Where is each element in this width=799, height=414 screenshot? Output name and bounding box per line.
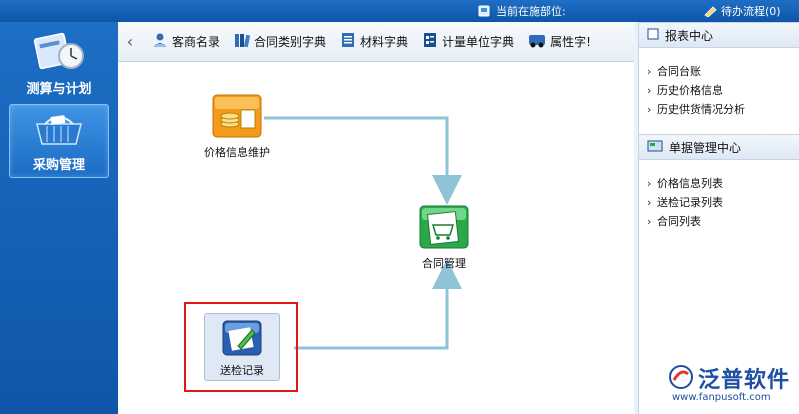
calculator-clock-icon bbox=[31, 32, 87, 76]
list-item-label: 合同列表 bbox=[657, 215, 701, 228]
scroll-left-icon[interactable]: ‹ bbox=[118, 32, 142, 51]
toolbar-item-label: 材料字典 bbox=[360, 35, 409, 49]
list-item-label: 历史供货情况分析 bbox=[657, 103, 745, 116]
chevron-right-icon: › bbox=[647, 215, 652, 228]
person-icon bbox=[152, 32, 168, 51]
list-item-label: 合同台账 bbox=[657, 65, 701, 78]
top-bar: 当前在施部位: 待办流程(0) bbox=[0, 0, 799, 22]
highlight-box: 送检记录 bbox=[184, 302, 298, 392]
todo-label: 待办流程(0) bbox=[721, 5, 781, 18]
toolbar-item-vendor-list[interactable]: 客商名录 bbox=[152, 32, 220, 51]
document-icon bbox=[647, 140, 663, 155]
sidebar: 测算与计划 采购管理 bbox=[0, 22, 118, 414]
toolbar-item-label: 合同类别字典 bbox=[254, 35, 327, 49]
sidebar-item-label: 采购管理 bbox=[32, 158, 85, 173]
toolbar-item-label: 客商名录 bbox=[172, 35, 221, 49]
brand-url: www.fanpusoft.com bbox=[672, 392, 771, 403]
edit-pencil-icon bbox=[222, 320, 262, 359]
brand-name: 泛普软件 bbox=[698, 368, 791, 393]
toolbar-item-contract-type-dict[interactable]: 合同类别字典 bbox=[234, 32, 326, 51]
list-item[interactable]: › 合同台账 bbox=[647, 62, 799, 81]
report-center-title: 报表中心 bbox=[665, 28, 714, 43]
sidebar-item-purchase[interactable]: 采购管理 bbox=[9, 104, 109, 178]
attribute-icon bbox=[528, 32, 546, 51]
todo-flow-link[interactable]: 待办流程(0) bbox=[704, 3, 781, 19]
document-center-list: › 价格信息列表 › 送检记录列表 › 合同列表 bbox=[639, 160, 799, 241]
toolbar-item-label: 属性字! bbox=[550, 35, 591, 49]
document-center-title: 单据管理中心 bbox=[669, 140, 742, 155]
location-label: 当前在施部位: bbox=[496, 5, 566, 18]
flow-node-contract-management[interactable]: 合同管理 bbox=[412, 205, 476, 271]
flow-canvas: 价格信息维护 合同管理 送检记录 bbox=[118, 62, 634, 414]
list-item-label: 送检记录列表 bbox=[657, 196, 723, 209]
price-coins-icon bbox=[212, 94, 262, 141]
report-center-header: 报表中心 bbox=[639, 22, 799, 48]
chevron-right-icon: › bbox=[647, 196, 652, 209]
shopping-basket-icon bbox=[31, 115, 87, 152]
toolbar-item-label: 计量单位字典 bbox=[442, 35, 515, 49]
fanpu-logo-icon bbox=[668, 364, 694, 393]
flow-node-label: 价格信息维护 bbox=[204, 146, 270, 159]
chevron-right-icon: › bbox=[647, 103, 652, 116]
toolbar-item-material-dict[interactable]: 材料字典 bbox=[340, 32, 408, 51]
pen-icon bbox=[704, 5, 717, 18]
report-center-list: › 合同台账 › 历史价格信息 › 历史供货情况分析 bbox=[639, 48, 799, 129]
chevron-right-icon: › bbox=[647, 65, 652, 78]
right-panel: 报表中心 › 合同台账 › 历史价格信息 › 历史供货情况分析 单据管理中心 › 价格信… bbox=[638, 22, 799, 414]
list-item[interactable]: › 历史价格信息 bbox=[647, 81, 799, 100]
cart-icon bbox=[419, 205, 469, 252]
list-item[interactable]: › 价格信息列表 bbox=[647, 174, 799, 193]
toolbar-item-unit-dict[interactable]: 计量单位字典 bbox=[422, 32, 514, 51]
toolbar: ‹ 客商名录 合同类别字典 材料字典 计量单位字典 属性字! bbox=[118, 22, 634, 62]
list-item[interactable]: › 合同列表 bbox=[647, 212, 799, 231]
document-center-header: 单据管理中心 bbox=[639, 134, 799, 160]
flow-node-inspection-record[interactable]: 送检记录 bbox=[204, 313, 280, 381]
books-icon bbox=[234, 32, 251, 51]
brand-watermark: 泛普软件 www.fanpusoft.com bbox=[668, 362, 791, 403]
list-item-label: 价格信息列表 bbox=[657, 177, 723, 190]
flow-node-price-maintenance[interactable]: 价格信息维护 bbox=[204, 94, 270, 160]
list-item[interactable]: › 送检记录列表 bbox=[647, 193, 799, 212]
list-item[interactable]: › 历史供货情况分析 bbox=[647, 100, 799, 119]
flow-node-label: 合同管理 bbox=[422, 257, 466, 270]
sidebar-item-label: 测算与计划 bbox=[26, 82, 92, 97]
arrow-inspection-to-contract bbox=[294, 259, 462, 350]
flow-node-label: 送检记录 bbox=[220, 364, 264, 377]
chevron-right-icon: › bbox=[647, 177, 652, 190]
location-icon bbox=[478, 5, 490, 17]
sidebar-item-plan[interactable]: 测算与计划 bbox=[9, 32, 109, 97]
list-icon bbox=[340, 32, 356, 51]
unit-list-icon bbox=[422, 32, 438, 51]
arrow-price-to-contract bbox=[264, 116, 462, 205]
list-item-label: 历史价格信息 bbox=[657, 84, 723, 97]
report-icon bbox=[647, 28, 659, 43]
toolbar-item-attribute-dict[interactable]: 属性字! bbox=[528, 32, 591, 51]
chevron-right-icon: › bbox=[647, 84, 652, 97]
current-location: 当前在施部位: bbox=[478, 3, 566, 19]
